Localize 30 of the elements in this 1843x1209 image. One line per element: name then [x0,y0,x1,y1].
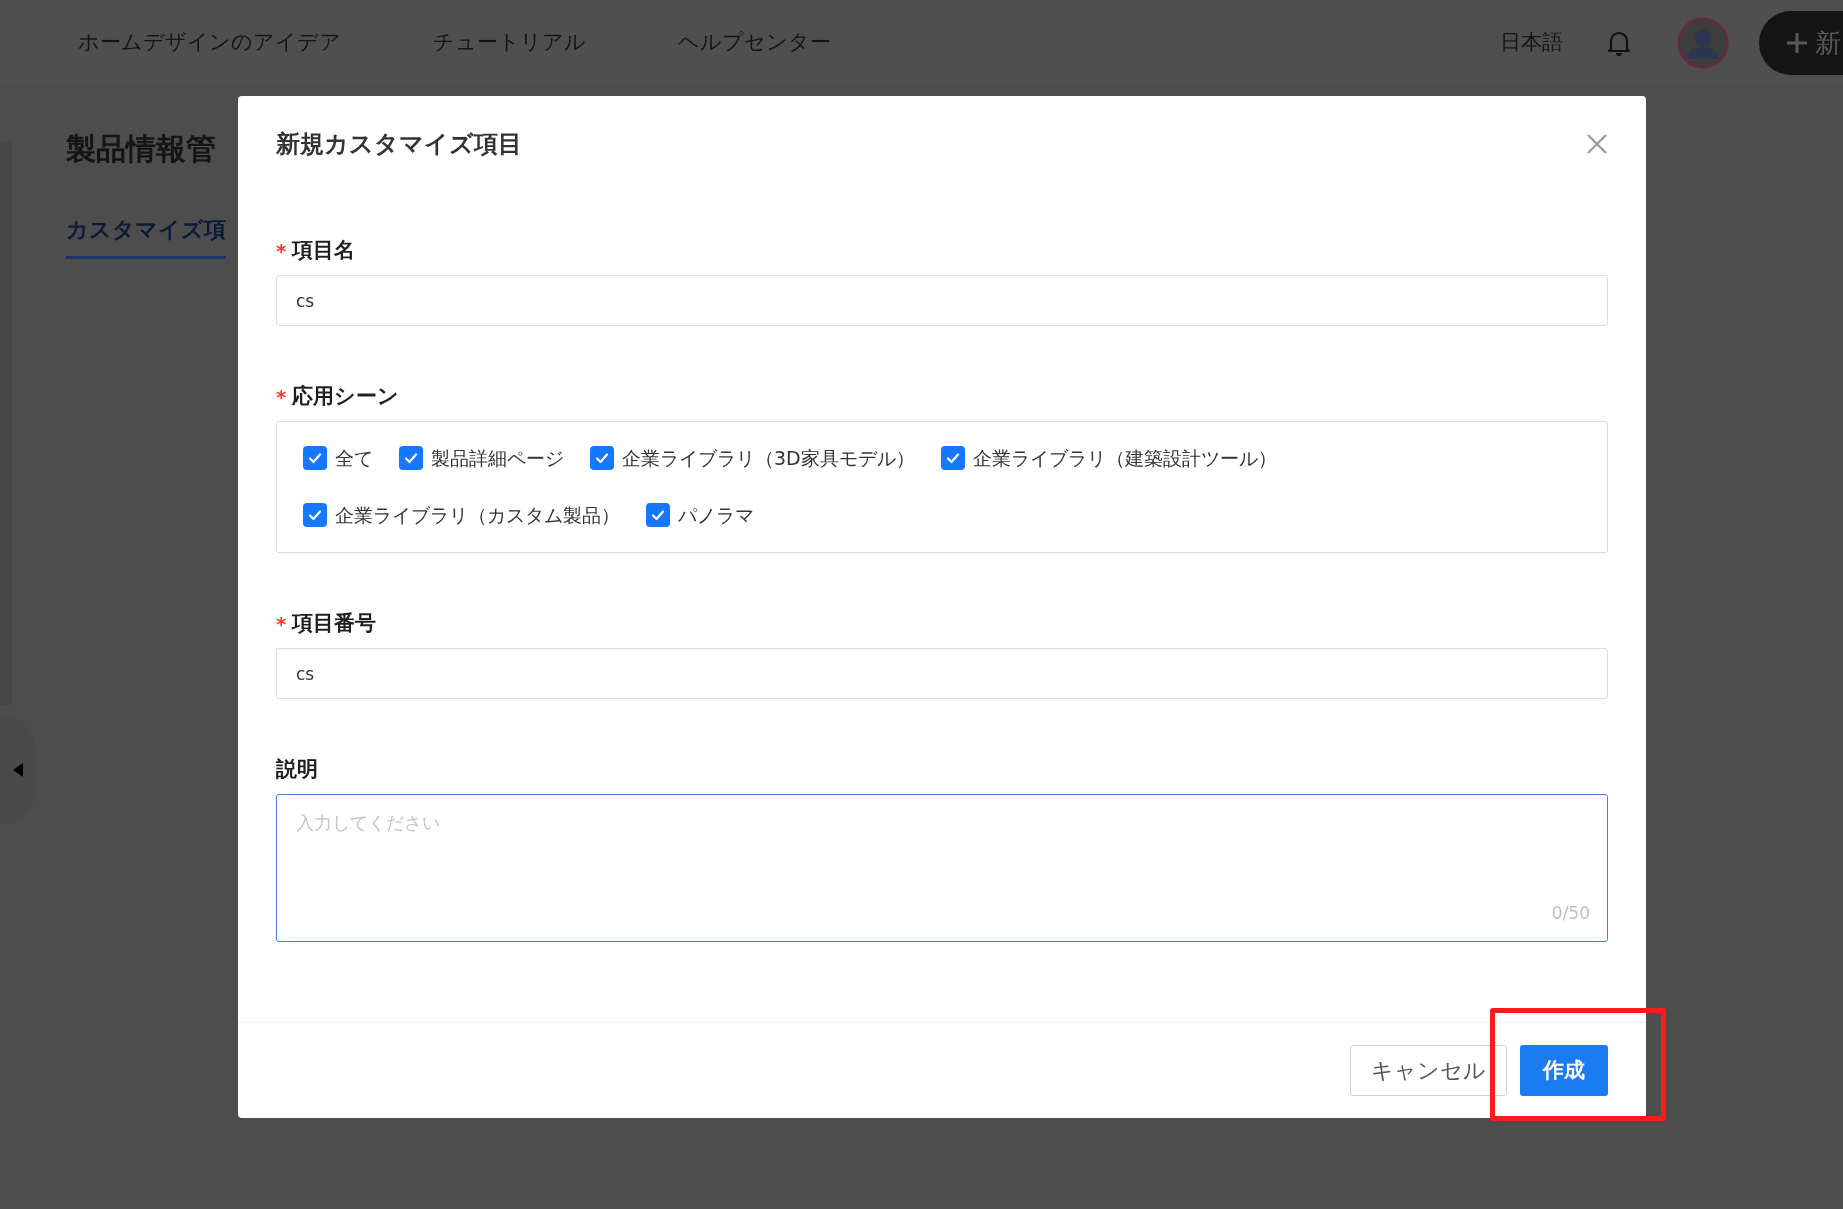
checkbox-option[interactable]: 企業ライブラリ（3D家具モデル） [590,444,915,473]
field-label: 説明 [276,756,318,784]
create-button[interactable]: 作成 [1520,1045,1608,1096]
checkbox[interactable] [303,446,327,471]
field-label: 項目名 [292,237,356,265]
checkbox-option[interactable]: 企業ライブラリ（カスタム製品） [303,500,620,529]
caret-left-icon [13,763,23,777]
checkbox-option[interactable]: 製品詳細ページ [399,444,564,473]
page-title: 製品情報管 [66,130,217,168]
cancel-button[interactable]: キャンセル [1350,1045,1507,1096]
checkbox[interactable] [590,446,614,471]
checkbox[interactable] [303,502,327,527]
required-mark: * [276,611,287,638]
required-mark: * [276,238,287,265]
checkbox[interactable] [940,446,965,471]
checkbox[interactable] [399,446,423,471]
checkbox[interactable] [646,502,670,527]
close-icon[interactable] [1586,133,1608,155]
input-field[interactable]: cs [276,275,1608,326]
plus-icon [1785,31,1809,55]
bell-icon[interactable] [1607,30,1631,56]
required-mark: * [276,384,287,411]
character-counter: 0/50 [1551,901,1590,925]
checkbox-option[interactable]: パノラマ [646,500,754,529]
dialog-title: 新規カスタマイズ項目 [276,129,522,160]
field-label: 項目番号 [292,610,377,638]
input-field[interactable]: cs [276,648,1608,699]
checkbox-option[interactable]: 企業ライブラリ（建築設計ツール） [940,444,1277,473]
checkbox-option[interactable]: 全て [303,444,373,473]
field-label: 応用シーン [292,383,400,411]
